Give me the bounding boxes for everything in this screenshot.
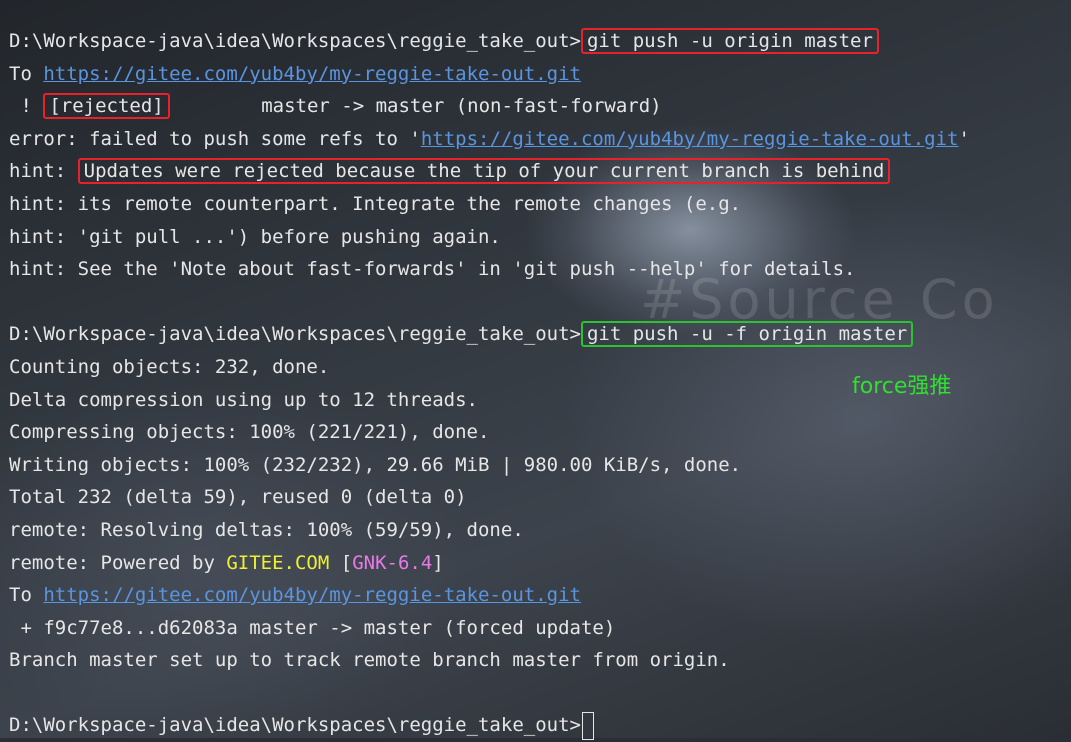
remote-url-link[interactable]: https://gitee.com/yub4by/my-reggie-take-…: [43, 584, 581, 606]
writing-line: Writing objects: 100% (232/232), 29.66 M…: [9, 453, 742, 476]
hint-line-3: hint: 'git pull ...') before pushing aga…: [9, 225, 501, 248]
powered-label: remote: Powered by: [9, 551, 227, 574]
hint-line-1: hint: Updates were rejected because the …: [9, 155, 1071, 188]
hint-line-4: hint: See the 'Note about fast-forwards'…: [9, 258, 856, 281]
powered-by-line: remote: Powered by GITEE.COM [GNK-6.4]: [9, 547, 1071, 580]
rejected-highlight: [rejected]: [43, 93, 170, 120]
remote-url-link[interactable]: https://gitee.com/yub4by/my-reggie-take-…: [43, 63, 581, 85]
to-label: To: [9, 584, 44, 607]
prompt-path: D:\Workspace-java\idea\Workspaces\reggie…: [9, 30, 581, 52]
to-remote-line-2: To https://gitee.com/yub4by/my-reggie-ta…: [9, 579, 1071, 612]
total-line: Total 232 (delta 59), reused 0 (delta 0): [9, 486, 467, 509]
prompt-path: D:\Workspace-java\idea\Workspaces\reggie…: [9, 714, 581, 737]
hint-rejected-highlight: Updates were rejected because the tip of…: [77, 158, 891, 185]
error-line: error: failed to push some refs to 'http…: [9, 123, 1071, 156]
powered-bracket-open: [: [329, 551, 353, 574]
prompt-line-1: D:\Workspace-java\idea\Workspaces\reggie…: [9, 25, 1071, 58]
to-label: To: [9, 62, 44, 85]
gnk-version: GNK-6.4: [352, 551, 433, 574]
push-command-highlight: git push -u origin master: [580, 28, 879, 54]
rejected-marker: !: [9, 95, 44, 118]
force-push-command-highlight: git push -u -f origin master: [580, 321, 914, 348]
compressing-line: Compressing objects: 100% (221/221), don…: [9, 421, 490, 444]
powered-bracket-close: ]: [432, 551, 444, 574]
text-cursor[interactable]: [581, 711, 594, 740]
rejected-detail: master -> master (non-fast-forward): [169, 95, 662, 118]
prompt-line-2: D:\Workspace-java\idea\Workspaces\reggie…: [9, 318, 1071, 351]
hint-label: hint:: [9, 160, 78, 183]
error-quote: ': [958, 127, 970, 150]
error-text: error: failed to push some refs to ': [9, 127, 421, 150]
rejected-line: ! [rejected] master -> master (non-fast-…: [9, 90, 1071, 123]
resolving-line: remote: Resolving deltas: 100% (59/59), …: [9, 518, 524, 541]
force-push-annotation: force强推: [852, 374, 952, 399]
forced-update-line: + f9c77e8...d62083a master -> master (fo…: [9, 616, 616, 639]
branch-tracking-line: Branch master set up to track remote bra…: [9, 649, 730, 672]
gitee-brand: GITEE.COM: [226, 551, 330, 574]
hint-line-2: hint: its remote counterpart. Integrate …: [9, 192, 742, 215]
final-prompt-line[interactable]: D:\Workspace-java\idea\Workspaces\reggie…: [9, 709, 1071, 742]
prompt-path: D:\Workspace-java\idea\Workspaces\reggie…: [9, 323, 581, 346]
error-url-link[interactable]: https://gitee.com/yub4by/my-reggie-take-…: [421, 128, 959, 150]
to-remote-line-1: To https://gitee.com/yub4by/my-reggie-ta…: [9, 58, 1071, 91]
